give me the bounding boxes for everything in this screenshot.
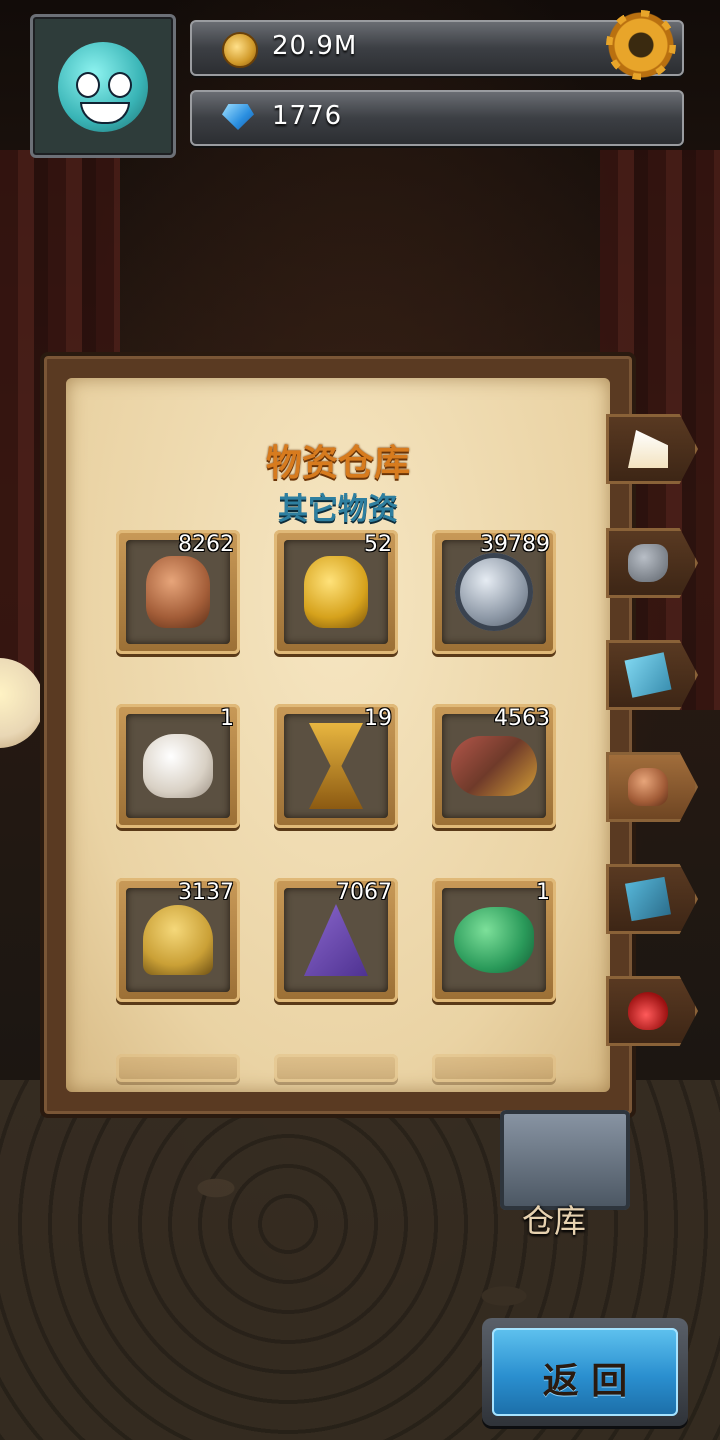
item-slot-hourglass[interactable]: 19 xyxy=(274,704,398,828)
gold-vase-icon xyxy=(304,556,368,628)
panel-title: 物资仓库 xyxy=(265,443,410,484)
bronze-vase-icon xyxy=(146,556,210,628)
item-slot-knight-helmet[interactable]: 3137 xyxy=(116,878,240,1002)
skull-icon xyxy=(143,734,213,798)
gem-bar: 1776 xyxy=(190,90,684,146)
item-count: 39789 xyxy=(480,532,550,557)
player-avatar[interactable] xyxy=(30,14,176,158)
tab-materials[interactable] xyxy=(606,640,698,710)
tab-minerals[interactable] xyxy=(606,528,698,598)
item-count: 4563 xyxy=(494,706,550,731)
tab-books[interactable] xyxy=(606,864,698,934)
explorer-gear-icon xyxy=(451,736,537,796)
item-slot-partial[interactable] xyxy=(116,1054,240,1082)
back-button-label: 返 回 xyxy=(542,1361,628,1402)
item-count: 3137 xyxy=(178,880,234,905)
item-count: 8262 xyxy=(178,532,234,557)
item-slot-slime[interactable]: 1 xyxy=(432,878,556,1002)
wizard-hat-icon xyxy=(304,904,368,976)
item-count: 1 xyxy=(536,880,550,905)
gem-amount: 1776 xyxy=(272,101,343,131)
panel-subtitle: 其它物资 xyxy=(278,492,398,527)
hourglass-icon xyxy=(309,723,363,809)
vase-icon xyxy=(628,768,668,806)
item-count: 1 xyxy=(220,706,234,731)
item-slot-skull[interactable]: 1 xyxy=(116,704,240,828)
warehouse-chest[interactable] xyxy=(500,1110,630,1210)
knight-helmet-icon xyxy=(143,905,213,975)
potion-icon xyxy=(628,992,668,1030)
coin-amount: 20.9M xyxy=(272,31,358,61)
warehouse-label: 仓库 xyxy=(522,1202,587,1240)
item-count: 19 xyxy=(364,706,392,731)
gem-icon xyxy=(222,104,254,130)
back-button[interactable]: 返 回 xyxy=(482,1318,688,1426)
box-icon xyxy=(624,652,672,698)
panel-parchment: 物资仓库 其它物资 8262 52 39789 1 19 4563 3137 7… xyxy=(66,378,610,1092)
avatar-face-icon xyxy=(58,42,148,132)
tab-food[interactable] xyxy=(606,414,698,484)
settings-gear-icon[interactable] xyxy=(606,10,676,80)
book-icon xyxy=(625,876,671,922)
item-slot-gold-vase[interactable]: 52 xyxy=(274,530,398,654)
tab-potions[interactable] xyxy=(606,976,698,1046)
storage-panel: 物资仓库 其它物资 8262 52 39789 1 19 4563 3137 7… xyxy=(40,352,636,1118)
item-slot-partial[interactable] xyxy=(274,1054,398,1082)
item-slot-silver-medal[interactable]: 39789 xyxy=(432,530,556,654)
silver-medal-icon xyxy=(455,553,533,631)
item-slot-bronze-vase[interactable]: 8262 xyxy=(116,530,240,654)
item-slot-wizard-hat[interactable]: 7067 xyxy=(274,878,398,1002)
cake-icon xyxy=(628,430,668,468)
item-count: 7067 xyxy=(336,880,392,905)
item-slot-partial[interactable] xyxy=(432,1054,556,1082)
rock-icon xyxy=(628,544,668,582)
item-slot-explorer-gear[interactable]: 4563 xyxy=(432,704,556,828)
coin-icon xyxy=(222,32,258,68)
item-count: 52 xyxy=(364,532,392,557)
green-slime-icon xyxy=(454,907,534,973)
tab-other-supplies[interactable] xyxy=(606,752,698,822)
